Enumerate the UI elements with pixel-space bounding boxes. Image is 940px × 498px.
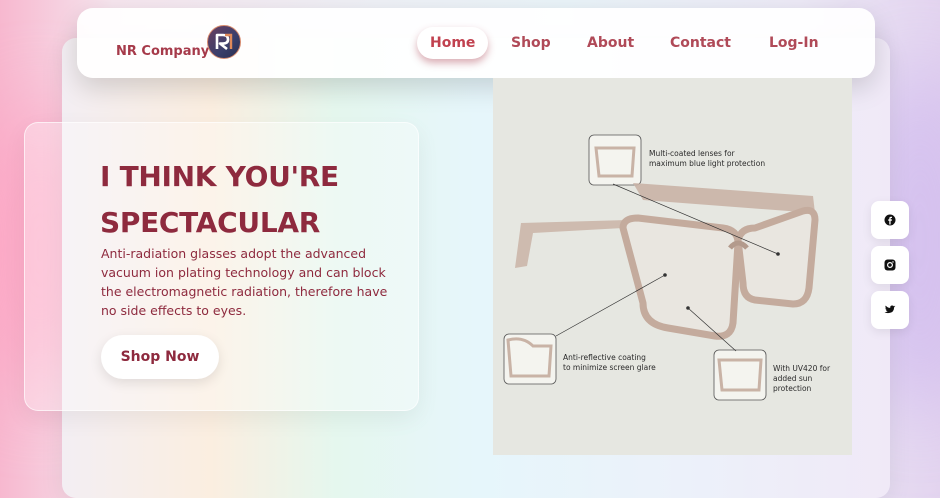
annotation-lenses: Multi-coated lenses for maximum blue lig… [649, 149, 766, 168]
nav-home[interactable]: Home [417, 27, 489, 59]
twitter-icon [884, 305, 896, 314]
twitter-button[interactable] [871, 291, 909, 329]
logo[interactable] [207, 25, 241, 59]
nav-shop[interactable]: Shop [511, 27, 551, 59]
hero-title: I THINK YOU'RE SPECTACULAR [100, 154, 400, 246]
facebook-icon [884, 214, 896, 226]
hero-description: Anti-radiation glasses adopt the advance… [101, 246, 388, 318]
instagram-button[interactable] [871, 246, 909, 284]
navbar: NR Company Home Shop About Contact Log-I… [77, 8, 875, 78]
nav-login[interactable]: Log-In [769, 27, 819, 59]
hero-title-line2: SPECTACULAR [100, 206, 321, 239]
annotation-coating: Anti-reflective coating to minimize scre… [563, 353, 656, 372]
product-image: Multi-coated lenses for maximum blue lig… [493, 78, 852, 455]
shop-now-button[interactable]: Shop Now [101, 335, 219, 379]
instagram-icon [884, 259, 896, 271]
brand-name[interactable]: NR Company [116, 44, 209, 59]
logo-mark-icon [215, 33, 233, 51]
glasses-illustration [503, 134, 819, 401]
annotation-uv: With UV420 for added sun protection [773, 364, 831, 393]
hero-title-line1: I THINK YOU'RE [100, 160, 339, 193]
facebook-button[interactable] [871, 201, 909, 239]
nav-about[interactable]: About [587, 27, 634, 59]
nav-contact[interactable]: Contact [670, 27, 731, 59]
